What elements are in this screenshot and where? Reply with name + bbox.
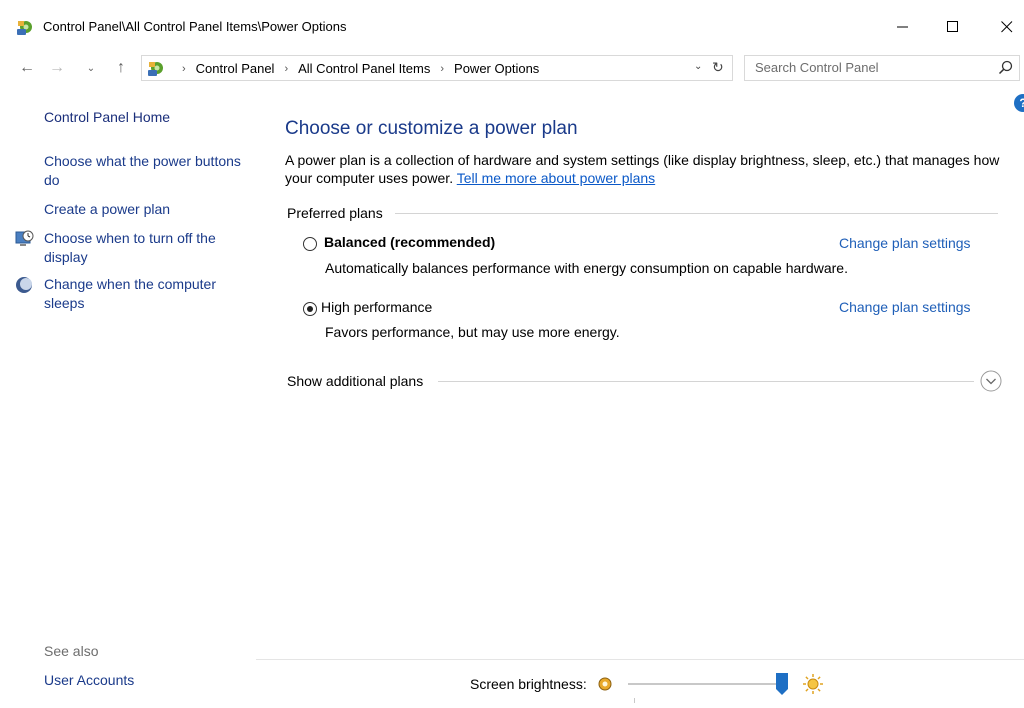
preferred-plans-heading: Preferred plans — [287, 205, 383, 221]
breadcrumb-all-items[interactable]: All Control Panel Items — [298, 61, 430, 76]
brightness-slider-thumb[interactable] — [776, 673, 788, 695]
sidebar-item-control-panel-home[interactable]: Control Panel Home — [44, 108, 170, 127]
minimize-button[interactable] — [880, 10, 926, 44]
forward-button[interactable]: → — [46, 56, 68, 80]
high-performance-plan-label[interactable]: High performance — [321, 299, 432, 315]
arrow-right-icon: → — [49, 59, 65, 76]
search-input[interactable] — [755, 60, 975, 75]
brightness-low-icon — [598, 677, 612, 691]
show-additional-plans-label[interactable]: Show additional plans — [287, 373, 423, 389]
close-icon — [1001, 21, 1013, 33]
page-title: Choose or customize a power plan — [285, 118, 578, 139]
back-button[interactable]: ← — [16, 56, 38, 80]
radio-selected-dot — [307, 306, 313, 312]
close-button[interactable] — [984, 10, 1024, 44]
recent-locations-button[interactable]: ⌄ — [82, 56, 100, 80]
high-performance-plan-description: Favors performance, but may use more ene… — [325, 324, 620, 340]
address-dropdown-button[interactable]: ⌄ — [694, 61, 702, 72]
see-also-heading: See also — [44, 643, 99, 659]
help-icon[interactable]: ? — [1014, 94, 1024, 112]
control-panel-icon — [148, 62, 163, 76]
divider — [438, 381, 974, 382]
sidebar-item-display-off[interactable]: Choose when to turn off the display — [44, 229, 244, 267]
maximize-icon — [947, 21, 958, 32]
up-button[interactable]: ↑ — [110, 56, 132, 80]
chevron-down-icon: ⌄ — [694, 61, 703, 72]
sidebar-item-create-power-plan[interactable]: Create a power plan — [44, 200, 170, 219]
screen-brightness-label: Screen brightness: — [470, 676, 587, 692]
brightness-slider-track[interactable] — [628, 683, 788, 685]
expand-chevron-icon[interactable] — [980, 370, 1002, 392]
refresh-button[interactable]: ↻ — [712, 59, 724, 76]
tell-me-more-link[interactable]: Tell me more about power plans — [457, 170, 655, 186]
refresh-icon: ↻ — [712, 59, 724, 75]
title-bar: Control Panel\All Control Panel Items\Po… — [0, 0, 1024, 52]
arrow-up-icon: ↑ — [117, 59, 125, 76]
balanced-plan-radio[interactable] — [303, 237, 317, 251]
sleep-moon-icon — [16, 277, 32, 293]
page-description: A power plan is a collection of hardware… — [285, 151, 1007, 187]
arrow-left-icon: ← — [19, 59, 35, 76]
address-bar[interactable]: › Control Panel › All Control Panel Item… — [141, 55, 733, 81]
breadcrumb-power-options[interactable]: Power Options — [454, 61, 539, 76]
minimize-icon — [897, 26, 908, 28]
high-performance-change-settings-link[interactable]: Change plan settings — [839, 299, 971, 315]
control-panel-icon — [17, 21, 32, 35]
balanced-change-settings-link[interactable]: Change plan settings — [839, 235, 971, 251]
brightness-high-icon — [803, 674, 823, 694]
brightness-slider-tick — [634, 698, 635, 703]
breadcrumb: › Control Panel › All Control Panel Item… — [172, 61, 539, 76]
chevron-right-icon: › — [284, 62, 289, 75]
maximize-button[interactable] — [930, 10, 976, 44]
chevron-down-icon: ⌄ — [86, 62, 96, 74]
divider — [256, 659, 1024, 660]
sidebar-item-power-buttons[interactable]: Choose what the power buttons do — [44, 152, 244, 190]
high-performance-plan-radio[interactable] — [303, 302, 317, 316]
search-icon[interactable] — [997, 59, 1015, 77]
balanced-plan-description: Automatically balances performance with … — [325, 260, 848, 276]
breadcrumb-control-panel[interactable]: Control Panel — [196, 61, 275, 76]
search-box[interactable] — [744, 55, 1020, 81]
balanced-plan-label[interactable]: Balanced (recommended) — [324, 234, 495, 250]
display-off-icon — [15, 230, 34, 246]
sidebar-item-sleep[interactable]: Change when the computer sleeps — [44, 275, 244, 313]
chevron-right-icon: › — [182, 62, 186, 75]
window-title: Control Panel\All Control Panel Items\Po… — [43, 19, 347, 34]
chevron-right-icon: › — [440, 62, 445, 75]
divider — [395, 213, 998, 214]
sidebar-item-user-accounts[interactable]: User Accounts — [44, 671, 134, 690]
